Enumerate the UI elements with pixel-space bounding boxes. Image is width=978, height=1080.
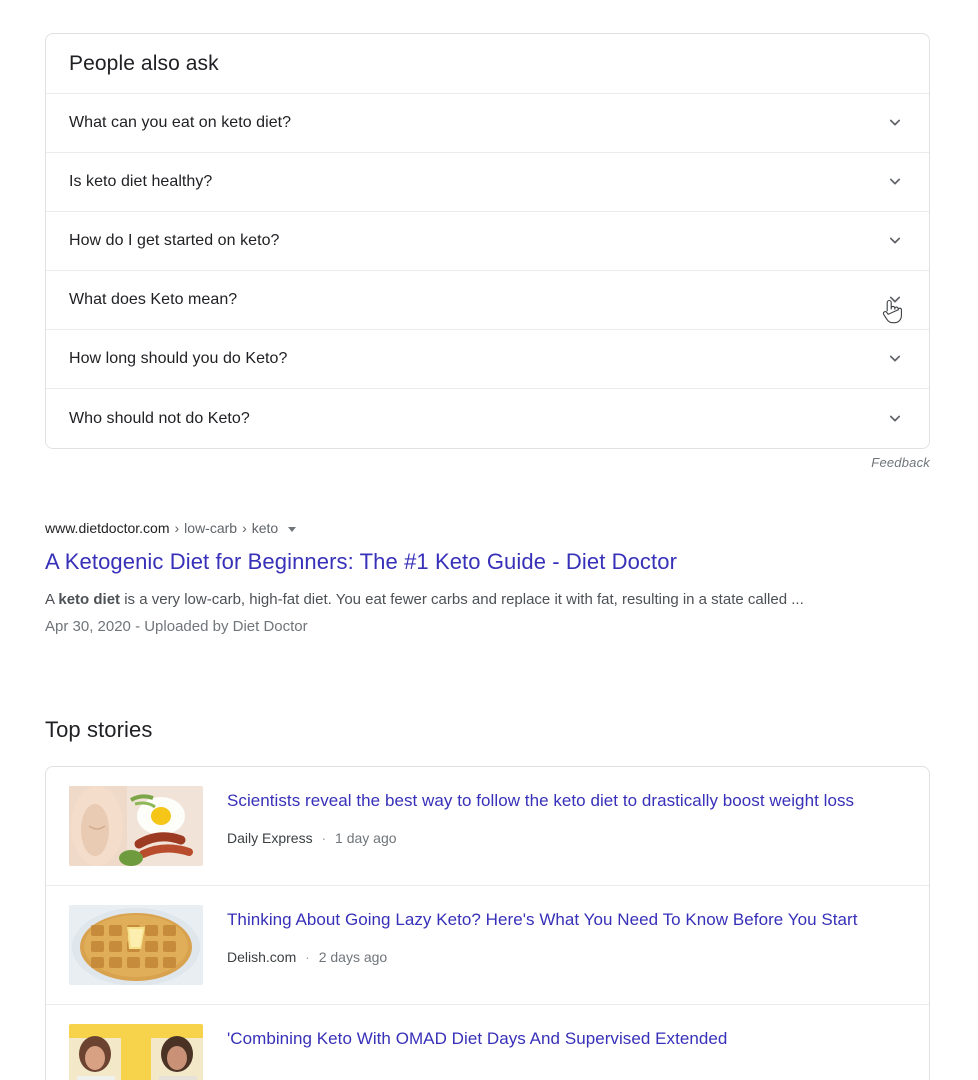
top-story-source: Daily Express [227,830,313,846]
snippet-bold-term: keto diet [58,591,121,608]
top-story-body: 'Combining Keto With OMAD Diet Days And … [227,1024,907,1080]
result-date-line: Apr 30, 2020 - Uploaded by Diet Doctor [45,618,308,635]
snippet-text-before: A [45,591,59,608]
top-story-item[interactable]: Scientists reveal the best way to follow… [46,767,929,886]
people-also-ask-card: People also ask What can you eat on keto… [45,33,930,449]
paa-question-label: What does Keto mean? [69,291,238,308]
caret-down-icon[interactable] [288,526,297,532]
paa-question-row-hovered[interactable]: What does Keto mean? [46,271,929,330]
breadcrumb-host: www.dietdoctor.com [45,520,170,536]
breadcrumb-separator: › [242,520,247,536]
chevron-down-icon[interactable] [884,348,906,370]
result-title-link[interactable]: A Ketogenic Diet for Beginners: The #1 K… [45,548,875,576]
top-story-body: Scientists reveal the best way to follow… [227,786,907,848]
paa-question-row[interactable]: What can you eat on keto diet? [46,94,929,153]
breadcrumb-separator: › [174,520,180,536]
paa-question-row[interactable]: How long should you do Keto? [46,330,929,389]
top-story-item[interactable]: 'Combining Keto With OMAD Diet Days And … [46,1005,929,1080]
chevron-down-icon[interactable] [884,289,906,311]
feedback-link[interactable]: Feedback [871,455,930,470]
paa-question-label: Who should not do Keto? [69,409,250,427]
paa-question-row[interactable]: Who should not do Keto? [46,389,929,448]
chevron-down-icon[interactable] [884,408,906,430]
breadcrumb-segment: keto [251,520,279,536]
people-also-ask-title: People also ask [69,51,219,75]
top-story-body: Thinking About Going Lazy Keto? Here's W… [227,905,907,967]
top-story-thumbnail [69,905,203,985]
paa-question-label: Is keto diet healthy? [69,173,213,190]
top-story-title-link[interactable]: Thinking About Going Lazy Keto? Here's W… [227,906,907,934]
chevron-down-icon[interactable] [884,171,906,193]
top-story-meta [227,1066,907,1080]
search-results-page: People also ask What can you eat on keto… [0,0,978,1080]
meta-separator-dot: · [321,830,327,846]
chevron-down-icon[interactable] [884,112,906,134]
result-snippet: A keto diet is a very low-carb, high-fat… [45,585,860,614]
paa-question-label: How do I get started on keto? [69,232,280,249]
breadcrumb: www.dietdoctor.com › low-carb › keto [45,518,875,538]
top-stories-heading: Top stories [45,717,153,742]
organic-result: www.dietdoctor.com › low-carb › keto A K… [45,518,875,638]
paa-question-label: What can you eat on keto diet? [69,114,292,131]
breadcrumb-segment: low-carb [184,520,238,536]
people-also-ask-header: People also ask [46,34,929,94]
top-story-time: 2 days ago [318,949,388,965]
meta-separator-dot: · [305,949,310,965]
top-story-item[interactable]: Thinking About Going Lazy Keto? Here's W… [46,886,929,1005]
top-story-title-link[interactable]: 'Combining Keto With OMAD Diet Days And … [227,1025,907,1053]
top-story-thumbnail [69,786,203,866]
top-story-time: 1 day ago [335,830,397,846]
paa-question-label: How long should you do Keto? [69,350,288,367]
top-story-meta: Delish.com · 2 days ago [227,947,907,967]
meta-separator-dot [227,1068,237,1080]
top-stories-card: Scientists reveal the best way to follow… [45,766,930,1080]
paa-question-row[interactable]: How do I get started on keto? [46,212,929,271]
top-story-title-link[interactable]: Scientists reveal the best way to follow… [227,787,907,815]
snippet-text-after: is a very low-carb, high-fat diet. You e… [120,591,804,608]
chevron-down-icon[interactable] [884,230,906,252]
top-story-meta: Daily Express · 1 day ago [227,828,907,848]
top-story-thumbnail [69,1024,203,1080]
top-story-source: Delish.com [227,949,297,965]
paa-question-row[interactable]: Is keto diet healthy? [46,153,929,212]
